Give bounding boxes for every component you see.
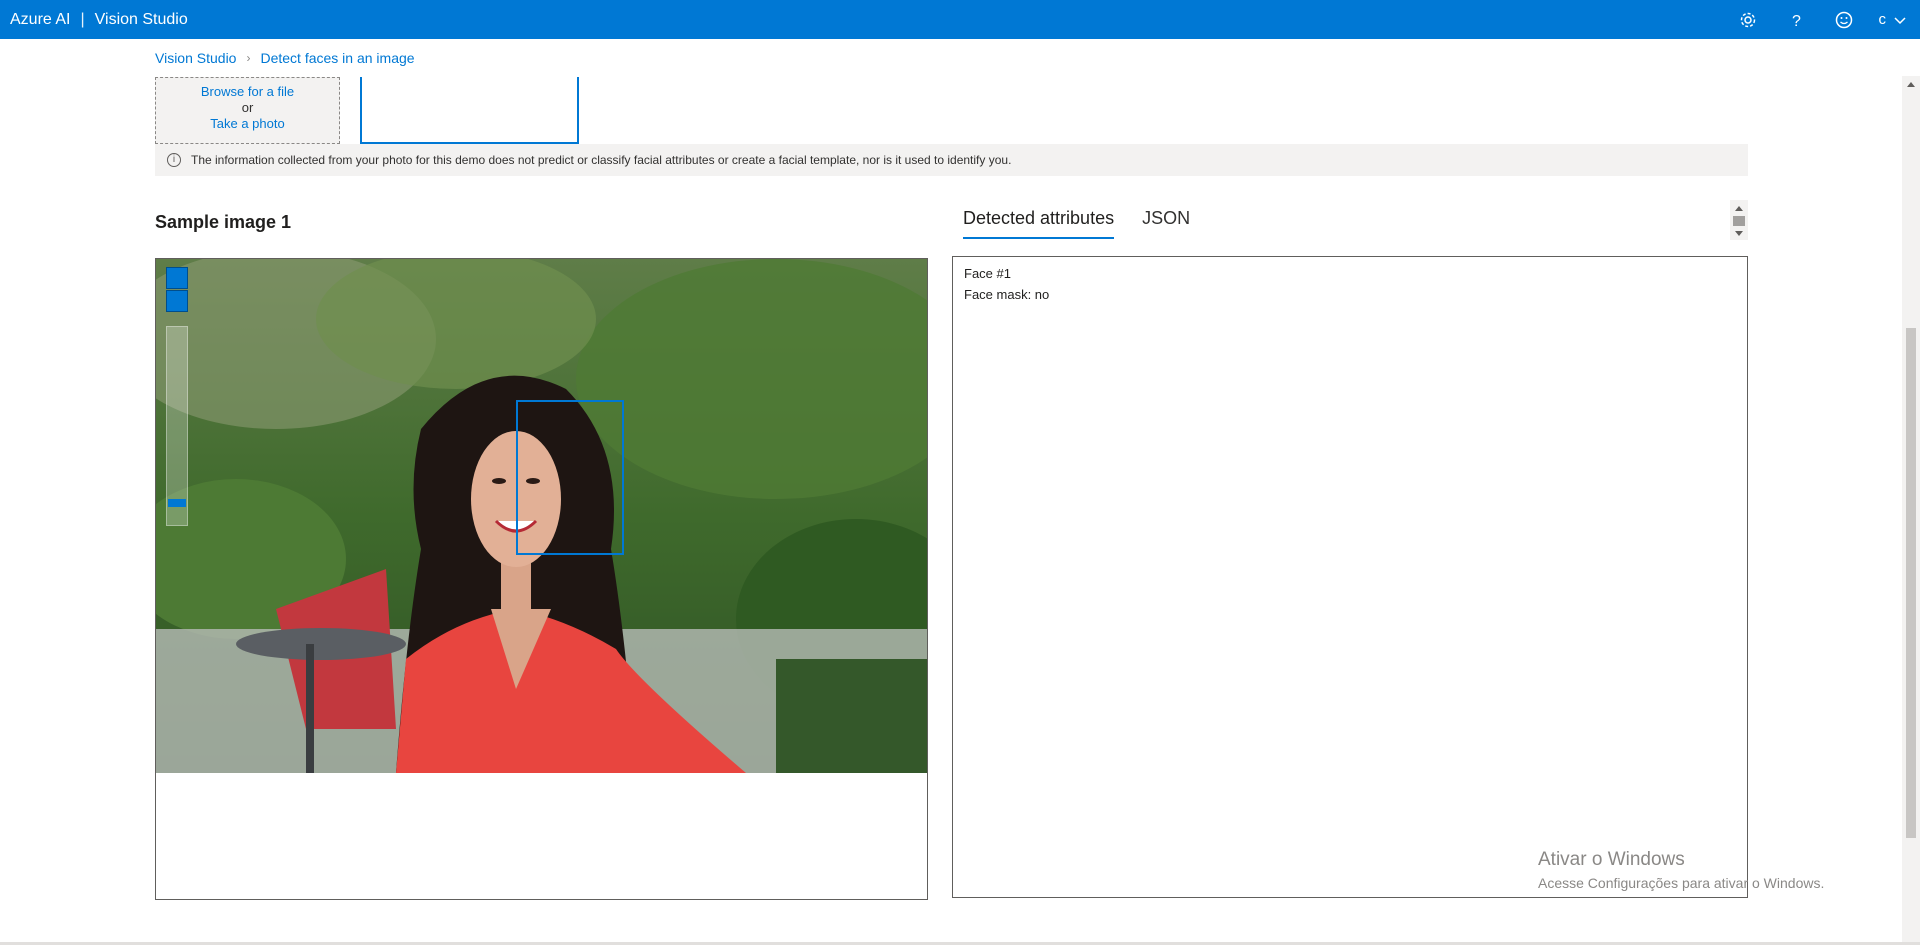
or-label: or	[241, 100, 254, 115]
scroll-up-arrow-icon[interactable]	[1735, 206, 1743, 211]
brand-separator: |	[80, 10, 85, 28]
info-icon: i	[167, 153, 181, 167]
top-bar: Azure AI | Vision Studio ? c	[0, 0, 1920, 39]
sample-photo	[156, 259, 927, 773]
privacy-notice: i The information collected from your ph…	[155, 144, 1748, 176]
account-menu[interactable]: c	[1879, 11, 1907, 28]
face-bounding-box[interactable]	[516, 400, 624, 555]
zoom-slider-handle[interactable]	[168, 499, 186, 507]
face-mask-value: Face mask: no	[964, 287, 1050, 302]
page-scroll-up-icon[interactable]	[1907, 82, 1915, 87]
chevron-down-icon	[1894, 16, 1906, 24]
tab-detected-attributes[interactable]: Detected attributes	[963, 208, 1115, 239]
feedback-smiley-icon[interactable]	[1831, 7, 1857, 33]
brand-name: Azure AI	[10, 10, 71, 28]
zoom-out-button[interactable]	[166, 290, 188, 312]
breadcrumb-home-link[interactable]: Vision Studio	[155, 50, 236, 66]
zoom-control	[166, 267, 188, 526]
results-tabs: Detected attributes JSON	[963, 208, 1190, 239]
product-name: Vision Studio	[94, 10, 188, 28]
scrollbar-thumb[interactable]	[1733, 216, 1745, 226]
browse-file-link[interactable]: Browse for a file	[156, 84, 339, 100]
face-label: Face #1	[964, 266, 1011, 281]
image-viewer	[155, 258, 928, 900]
brand[interactable]: Azure AI | Vision Studio	[10, 11, 188, 29]
page-scrollbar-thumb[interactable]	[1906, 328, 1916, 838]
chevron-right-icon: ›	[246, 51, 251, 65]
take-photo-link[interactable]: Take a photo	[156, 116, 339, 132]
breadcrumb-current-link[interactable]: Detect faces in an image	[260, 50, 414, 66]
watermark-subtitle: Acesse Configurações para ativar o Windo…	[1538, 875, 1825, 891]
sample-image-title: Sample image 1	[155, 212, 292, 232]
upload-drop-zone[interactable]: Browse for a file or Take a photo	[155, 77, 340, 144]
watermark-title: Ativar o Windows	[1538, 849, 1685, 870]
tabs-scrollbar[interactable]	[1730, 200, 1748, 240]
help-icon[interactable]: ?	[1783, 7, 1809, 33]
detected-attributes-panel: Face #1 Face mask: no	[952, 256, 1748, 898]
selected-sample-thumbnail[interactable]	[360, 77, 579, 144]
windows-activation-watermark: Ativar o Windows Acesse Configurações pa…	[1538, 849, 1824, 891]
zoom-in-button[interactable]	[166, 267, 188, 289]
zoom-slider[interactable]	[166, 326, 188, 526]
user-initial: c	[1878, 11, 1887, 28]
breadcrumb: Vision Studio › Detect faces in an image	[155, 50, 415, 66]
tab-json[interactable]: JSON	[1142, 208, 1190, 239]
scroll-down-arrow-icon[interactable]	[1735, 231, 1743, 236]
page-scrollbar[interactable]	[1902, 76, 1920, 945]
privacy-notice-text: The information collected from your phot…	[191, 153, 1012, 167]
gear-icon[interactable]	[1735, 7, 1761, 33]
svg-text:?: ?	[1792, 13, 1801, 29]
